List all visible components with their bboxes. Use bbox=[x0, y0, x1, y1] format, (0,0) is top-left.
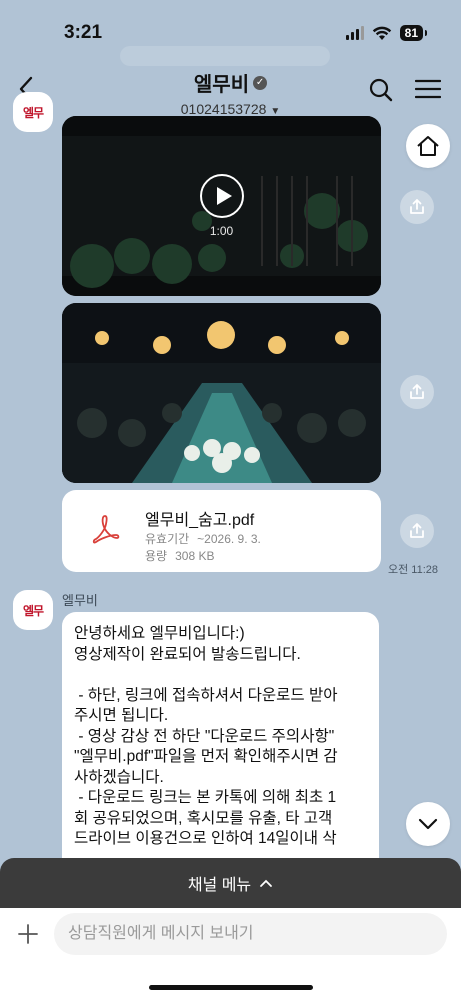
chat-title: 엘무비 ✓ bbox=[193, 68, 268, 97]
video-duration: 1:00 bbox=[209, 224, 234, 238]
size-label: 용량 bbox=[145, 549, 168, 563]
message-timestamp: 오전 11:28 bbox=[388, 564, 439, 576]
home-button[interactable] bbox=[406, 124, 450, 168]
file-name: 엘무비_숨고.pdf bbox=[145, 512, 255, 529]
wedding-hall-photo bbox=[62, 303, 381, 483]
status-bar: 3:21 81 bbox=[0, 0, 461, 60]
avatar[interactable]: 엘무 bbox=[13, 92, 53, 132]
pdf-icon bbox=[92, 515, 120, 544]
plus-icon bbox=[18, 924, 38, 944]
share-icon bbox=[410, 199, 424, 214]
search-button[interactable] bbox=[367, 76, 395, 104]
hamburger-icon bbox=[414, 79, 442, 99]
sender-name: 엘무비 bbox=[62, 593, 98, 608]
channel-menu-label: 채널 메뉴 bbox=[187, 877, 252, 894]
share-button[interactable] bbox=[400, 375, 434, 409]
avatar[interactable]: 엘무 bbox=[13, 590, 53, 630]
share-button[interactable] bbox=[400, 190, 434, 224]
signal-icon bbox=[345, 26, 364, 40]
size-value: 308 KB bbox=[175, 549, 215, 563]
file-validity: 유효기간 ~2026. 9. 3. bbox=[145, 530, 261, 547]
chat-header: 엘무비 ✓ 01024153728 ▼ bbox=[0, 60, 461, 120]
status-icons: 81 bbox=[345, 25, 428, 41]
share-button[interactable] bbox=[400, 514, 434, 548]
chevron-down-icon bbox=[418, 818, 438, 830]
home-indicator bbox=[149, 985, 313, 990]
channel-menu-button[interactable]: 채널 메뉴 bbox=[0, 858, 461, 908]
chat-title-text: 엘무비 bbox=[193, 74, 250, 96]
scroll-down-button[interactable] bbox=[406, 802, 450, 846]
message-input[interactable] bbox=[54, 913, 447, 955]
file-size: 용량 308 KB bbox=[145, 547, 214, 564]
status-time: 3:21 bbox=[64, 22, 103, 43]
video-message[interactable]: 1:00 bbox=[62, 116, 381, 296]
search-icon bbox=[369, 78, 393, 102]
validity-label: 유효기간 bbox=[145, 532, 190, 546]
photo-message[interactable] bbox=[62, 303, 381, 483]
brand-logo-icon: 엘무 bbox=[22, 603, 44, 618]
validity-value: ~2026. 9. 3. bbox=[197, 532, 261, 546]
share-icon bbox=[410, 384, 424, 399]
plus-button[interactable] bbox=[16, 922, 40, 946]
menu-button[interactable] bbox=[414, 78, 442, 100]
wifi-icon bbox=[372, 26, 391, 40]
home-icon bbox=[417, 136, 439, 156]
phone-number: 01024153728 bbox=[180, 101, 267, 117]
message-text: 안녕하세요 엘무비입니다:) 영상제작이 완료되어 발송드립니다. - 하단, … bbox=[74, 625, 338, 847]
share-icon bbox=[410, 523, 424, 538]
file-message[interactable]: 엘무비_숨고.pdf 유효기간 ~2026. 9. 3. 용량 308 KB bbox=[62, 490, 381, 572]
play-button[interactable] bbox=[200, 174, 244, 218]
battery-indicator: 81 bbox=[399, 25, 428, 41]
chevron-up-icon bbox=[260, 879, 273, 887]
brand-logo-icon: 엘무 bbox=[22, 105, 44, 120]
verified-badge-icon: ✓ bbox=[253, 75, 268, 90]
